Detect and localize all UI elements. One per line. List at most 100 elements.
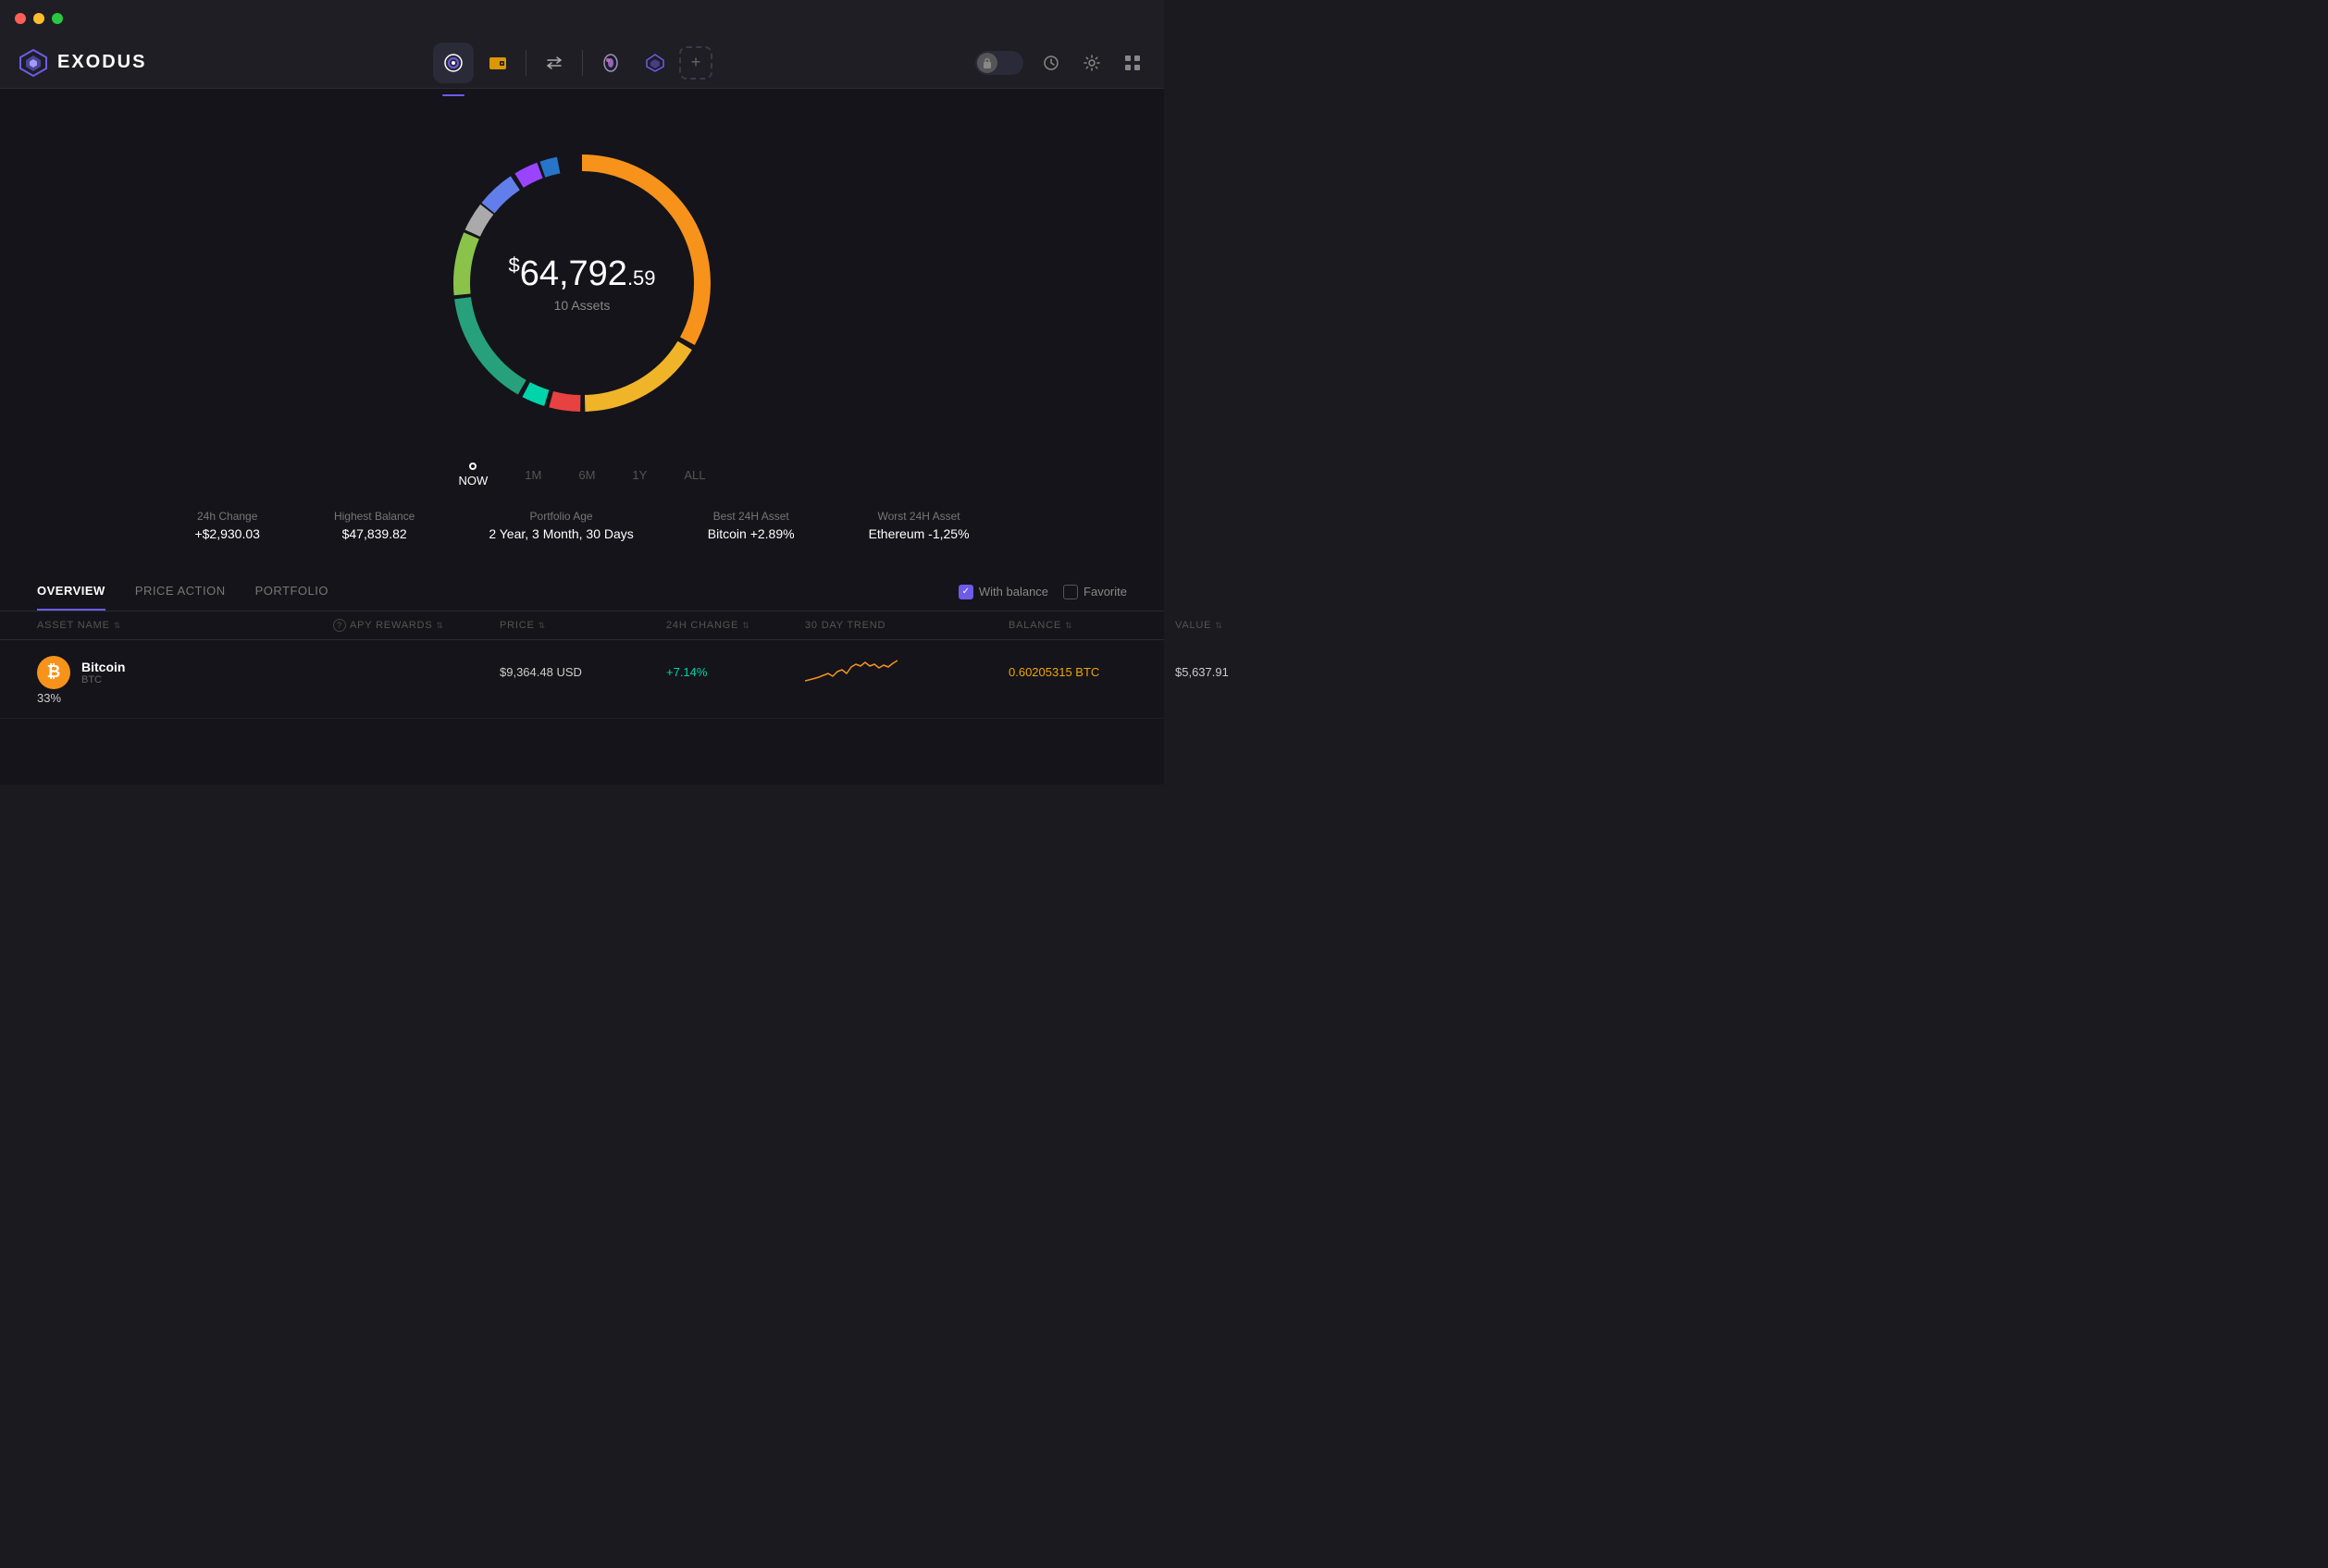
tab-overview-label: OVERVIEW (37, 584, 105, 598)
th-price-label: PRICE (500, 620, 535, 631)
th-apy-label: APY REWARDS (350, 620, 433, 631)
lock-toggle[interactable] (975, 51, 1023, 75)
grid-icon (1124, 55, 1141, 71)
btc-mini-chart (805, 653, 898, 686)
th-balance: BALANCE ⇅ (1009, 619, 1175, 632)
timeline-now[interactable]: NOW (459, 463, 489, 488)
lock-knob (977, 53, 997, 73)
settings-icon (1084, 55, 1100, 71)
lock-icon (983, 57, 992, 68)
portfolio-section: $64,792.59 10 Assets NOW 1M 6M 1Y ALL (0, 107, 1164, 573)
btc-portfolio: 33% (37, 691, 333, 705)
timeline-1y-label: 1Y (632, 468, 647, 482)
filter-with-balance[interactable]: ✓ With balance (959, 585, 1048, 599)
nav-add-button[interactable]: + (679, 46, 712, 80)
earn-icon (645, 53, 665, 73)
history-icon (1043, 55, 1059, 71)
stat-highest-value: $47,839.82 (334, 526, 415, 541)
favorite-label: Favorite (1084, 585, 1127, 599)
sort-price-icon[interactable]: ⇅ (539, 621, 546, 631)
assets-count: 10 Assets (508, 298, 655, 313)
nav-exchange[interactable] (534, 43, 575, 83)
stat-portfolio-age: Portfolio Age 2 Year, 3 Month, 30 Days (489, 510, 633, 541)
timeline-all[interactable]: ALL (684, 468, 705, 482)
btc-info: Bitcoin BTC (81, 660, 125, 685)
amount-whole: 64,792 (520, 254, 627, 293)
sort-value-icon[interactable]: ⇅ (1215, 621, 1222, 631)
stat-worst-label: Worst 24H Asset (869, 510, 970, 523)
favorite-checkbox[interactable] (1063, 585, 1078, 599)
nav-right (960, 50, 1145, 76)
sort-apy-icon[interactable]: ⇅ (437, 621, 444, 631)
timeline-all-label: ALL (684, 468, 705, 482)
nav-wallet[interactable] (477, 43, 518, 83)
stat-24h-label: 24h Change (194, 510, 259, 523)
stat-worst-asset: Worst 24H Asset Ethereum -1,25% (869, 510, 970, 541)
stat-24h-change: 24h Change +$2,930.03 (194, 510, 259, 541)
apps-icon (601, 53, 621, 73)
timeline: NOW 1M 6M 1Y ALL (459, 455, 706, 495)
th-value-label: VALUE (1175, 620, 1211, 631)
traffic-light-red[interactable] (15, 13, 26, 24)
apy-help-icon[interactable]: ? (333, 619, 346, 632)
timeline-1m[interactable]: 1M (525, 468, 541, 482)
history-button[interactable] (1038, 50, 1064, 76)
timeline-1y[interactable]: 1Y (632, 468, 647, 482)
logo-area: EXODUS (19, 48, 185, 78)
with-balance-checkbox[interactable]: ✓ (959, 585, 973, 599)
nav-earn[interactable] (635, 43, 675, 83)
amount-cents: .59 (627, 266, 656, 290)
tab-portfolio-label: PORTFOLIO (255, 584, 328, 598)
timeline-6m[interactable]: 6M (578, 468, 595, 482)
timeline-1m-label: 1M (525, 468, 541, 482)
ring-center: $64,792.59 10 Assets (508, 253, 655, 313)
filter-favorite[interactable]: Favorite (1063, 585, 1127, 599)
nav-portfolio[interactable] (433, 43, 474, 83)
stat-24h-value: +$2,930.03 (194, 526, 259, 541)
th-asset-name-label: ASSET NAME (37, 620, 110, 631)
th-trend-label: 30 DAY TREND (805, 620, 885, 631)
tabs-bar: OVERVIEW PRICE ACTION PORTFOLIO ✓ With b… (0, 573, 1164, 611)
traffic-light-yellow[interactable] (33, 13, 44, 24)
header: EXODUS (0, 37, 1164, 89)
timeline-now-label: NOW (459, 474, 489, 488)
btc-change: +7.14% (666, 665, 805, 679)
nav-apps[interactable] (590, 43, 631, 83)
stat-best-value: Bitcoin +2.89% (708, 526, 795, 541)
th-change-label: 24H CHANGE (666, 620, 738, 631)
dollar-sign: $ (508, 253, 519, 277)
btc-symbol: BTC (81, 674, 125, 685)
exchange-icon (544, 53, 564, 73)
traffic-light-green[interactable] (52, 13, 63, 24)
plus-icon: + (691, 53, 701, 72)
nav-center: + (185, 43, 960, 83)
settings-button[interactable] (1079, 50, 1105, 76)
tab-portfolio[interactable]: PORTFOLIO (255, 573, 328, 611)
table-header: ASSET NAME ⇅ ? APY REWARDS ⇅ PRICE ⇅ 24H… (0, 611, 1164, 640)
timeline-dot (469, 463, 477, 470)
stat-highest-label: Highest Balance (334, 510, 415, 523)
grid-button[interactable] (1120, 50, 1145, 76)
btc-name: Bitcoin (81, 660, 125, 674)
title-bar (0, 0, 1164, 37)
table-row[interactable]: ₿ Bitcoin BTC $9,364.48 USD +7.14% 0.602… (0, 640, 1164, 719)
btc-value: $5,637.91 (1175, 665, 1323, 679)
tab-overview[interactable]: OVERVIEW (37, 573, 105, 611)
sort-asset-icon[interactable]: ⇅ (114, 621, 121, 631)
sort-change-icon[interactable]: ⇅ (742, 621, 749, 631)
sort-balance-icon[interactable]: ⇅ (1065, 621, 1072, 631)
logo-text: EXODUS (57, 52, 146, 73)
btc-trend (805, 653, 1009, 691)
tab-price-action[interactable]: PRICE ACTION (135, 573, 226, 611)
stat-best-label: Best 24H Asset (708, 510, 795, 523)
stat-highest-balance: Highest Balance $47,839.82 (334, 510, 415, 541)
asset-cell-btc: ₿ Bitcoin BTC (37, 656, 333, 689)
ring-container: $64,792.59 10 Assets (425, 126, 739, 440)
btc-balance: 0.60205315 BTC (1009, 665, 1175, 679)
th-value: VALUE ⇅ (1175, 619, 1323, 632)
th-balance-label: BALANCE (1009, 620, 1061, 631)
timeline-6m-label: 6M (578, 468, 595, 482)
wallet-icon (488, 53, 508, 73)
th-change: 24H CHANGE ⇅ (666, 619, 805, 632)
stat-worst-value: Ethereum -1,25% (869, 526, 970, 541)
